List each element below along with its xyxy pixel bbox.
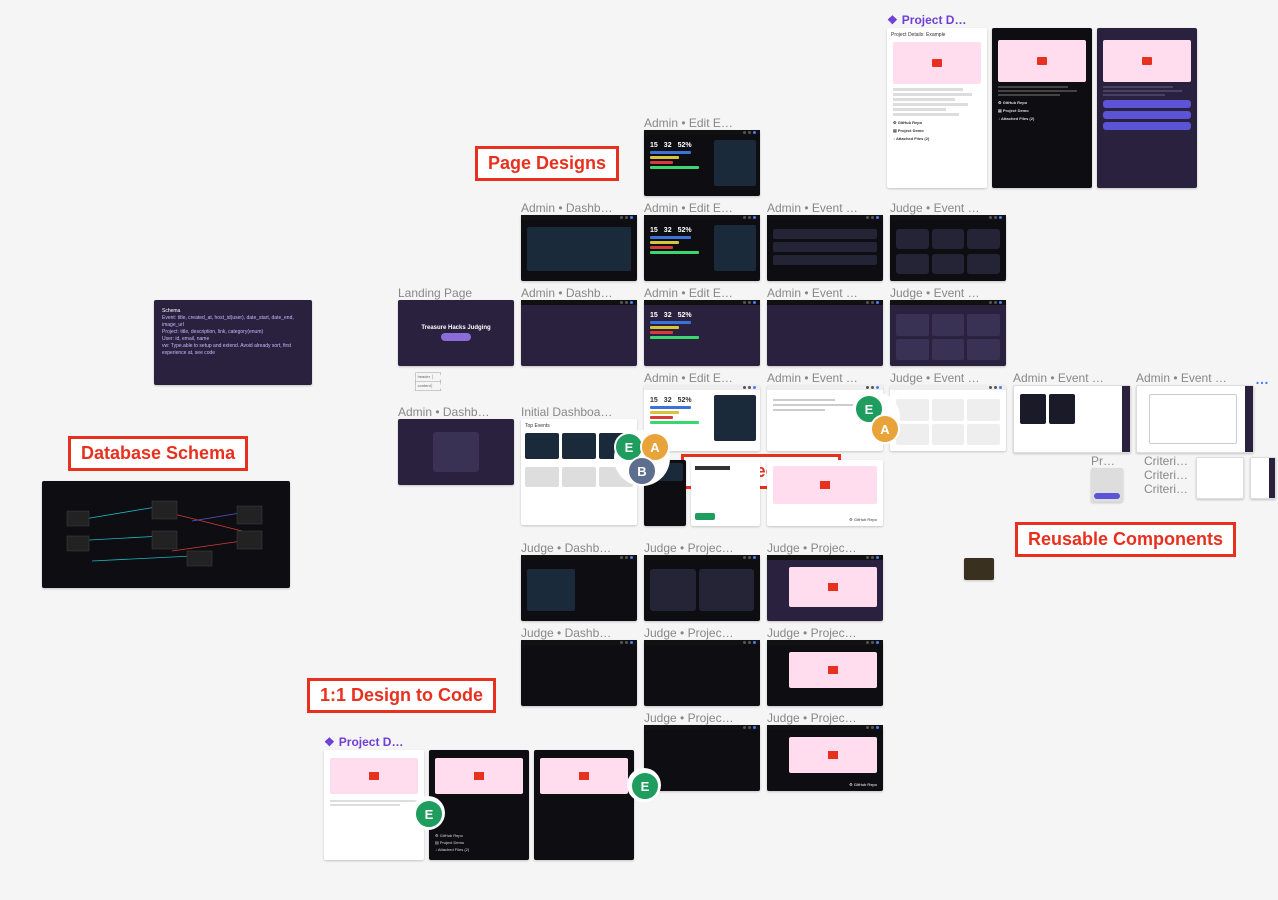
thumb-judge-project-5[interactable]: ⚙ GitHub Repo (767, 725, 883, 791)
annotation-database-schema: Database Schema (68, 436, 248, 471)
frame-label: Admin • Dashb… (521, 286, 631, 300)
frame-label: Landing Page (398, 286, 508, 300)
avatar-a-2: A (870, 414, 900, 444)
thumb-criteri[interactable] (1196, 457, 1244, 499)
avatar-e-3: E (630, 771, 660, 801)
annotation-page-designs: Page Designs (475, 146, 619, 181)
frame-label: Admin • Event … (767, 286, 877, 300)
frame-label: Admin • Dashb… (521, 201, 631, 215)
avatar-b: B (627, 456, 657, 486)
frame-label: Judge • Projec… (644, 541, 754, 555)
frame-label: Judge • Projec… (767, 626, 877, 640)
thumb-admin-edit-p[interactable]: 153252% (644, 300, 760, 366)
thumb-project-d-b1[interactable] (324, 750, 424, 860)
thumb-judge-project-3[interactable] (767, 640, 883, 706)
frame-label: Judge • Dashb… (521, 626, 631, 640)
frame-label: Admin • Edit E… (644, 371, 754, 385)
thumb-judge-dash-1[interactable] (521, 555, 637, 621)
thumb-admin-event-l3[interactable] (1136, 385, 1254, 453)
frame-label: Initial Dashboa… (521, 405, 631, 419)
thumb-admin-edit-1[interactable]: 153252% (644, 130, 760, 196)
thumb-judge-event-p[interactable] (890, 300, 1006, 366)
frame-label: Admin • Event … (1136, 371, 1246, 385)
thumb-judge-project-2[interactable] (644, 640, 760, 706)
avatar-e-4: E (414, 799, 444, 829)
thumb-pr-small[interactable] (1091, 468, 1123, 502)
thumb-project-detail-purple[interactable] (1097, 28, 1197, 188)
thumb-admin-event-l2[interactable] (1013, 385, 1131, 453)
thumb-judge-project-4[interactable] (644, 725, 760, 791)
thumb-admin-event-1[interactable] (767, 215, 883, 281)
thumb-landing[interactable]: Treasure Hacks Judging (398, 300, 514, 366)
thumb-admin-dash-p[interactable] (521, 300, 637, 366)
frame-label: Admin • Edit E… (644, 286, 754, 300)
thumb-admin-event-p[interactable] (767, 300, 883, 366)
frame-label: Admin • Dashb… (398, 405, 508, 419)
thumb-photo[interactable] (964, 558, 994, 580)
frame-label: Judge • Event … (890, 201, 1000, 215)
thumb-modal-1[interactable] (691, 460, 760, 526)
thumb-schema-notes[interactable]: Schema Event: title, created_at, host_id… (154, 300, 312, 385)
frame-label: Admin • Edit E… (644, 201, 754, 215)
frame-label: Admin • Event … (767, 201, 877, 215)
thumb-admin-edit-2[interactable]: 153252% (644, 215, 760, 281)
frame-label: Judge • Projec… (644, 711, 754, 725)
annotation-reusable-components: Reusable Components (1015, 522, 1236, 557)
thumb-project-d-b3[interactable] (534, 750, 634, 860)
frame-label: Judge • Projec… (644, 626, 754, 640)
thumb-project-d-b2[interactable]: ⚙ GitHub Repo ▤ Project Demo ↓ Attached … (429, 750, 529, 860)
landing-title: Treasure Hacks Judging (421, 325, 490, 331)
thumb-judge-project-p[interactable] (767, 555, 883, 621)
frame-label: Judge • Event … (890, 371, 1000, 385)
thumb-judge-event-1[interactable] (890, 215, 1006, 281)
frame-label: Pr… (1091, 454, 1121, 468)
thumb-schema-diagram[interactable] (42, 481, 290, 588)
thumb-admin-dash-login[interactable] (398, 419, 514, 485)
frame-label: Admin • Event … (767, 371, 877, 385)
frame-label: Judge • Projec… (767, 711, 877, 725)
frame-label: Criteri… (1144, 454, 1194, 468)
thumb-project-detail-light[interactable]: Project Details: Example ⚙ GitHub Repo ▤… (887, 28, 987, 188)
thumb-icons-panel[interactable] (1250, 457, 1276, 499)
frame-label: Admin • Edit E… (644, 116, 754, 130)
component-label-project-d-top: ❖Project D… (887, 13, 972, 27)
thumb-admin-dash-1[interactable] (521, 215, 637, 281)
figma-canvas[interactable]: Database Schema Page Designs Team Feedba… (0, 0, 1278, 900)
thumb-project-detail-dark[interactable]: ⚙ GitHub Repo ▤ Project Demo ↓ Attached … (992, 28, 1092, 188)
thumb-judge-dash-2[interactable] (521, 640, 637, 706)
frame-label: Criteri… (1144, 468, 1194, 482)
component-label-project-d-bottom: ❖Project D… (324, 735, 409, 749)
frame-label: Judge • Projec… (767, 541, 877, 555)
thumb-judge-event-l[interactable] (890, 385, 1006, 451)
overflow-ellipsis-icon[interactable]: … (1255, 371, 1269, 387)
frame-label: Criteri… (1144, 482, 1194, 496)
frame-label: Judge • Dashb… (521, 541, 631, 555)
annotation-design-to-code: 1:1 Design to Code (307, 678, 496, 713)
wireframe-text: ┌────────┐│ header │├────────┤│ content│… (414, 371, 484, 393)
frame-label: Judge • Event … (890, 286, 1000, 300)
thumb-judge-project-1[interactable] (644, 555, 760, 621)
frame-label: Admin • Event … (1013, 371, 1123, 385)
schema-text: Schema Event: title, created_at, host_id… (162, 308, 304, 357)
thumb-project-detail-mid[interactable]: ⚙ GitHub Repo (767, 460, 883, 526)
